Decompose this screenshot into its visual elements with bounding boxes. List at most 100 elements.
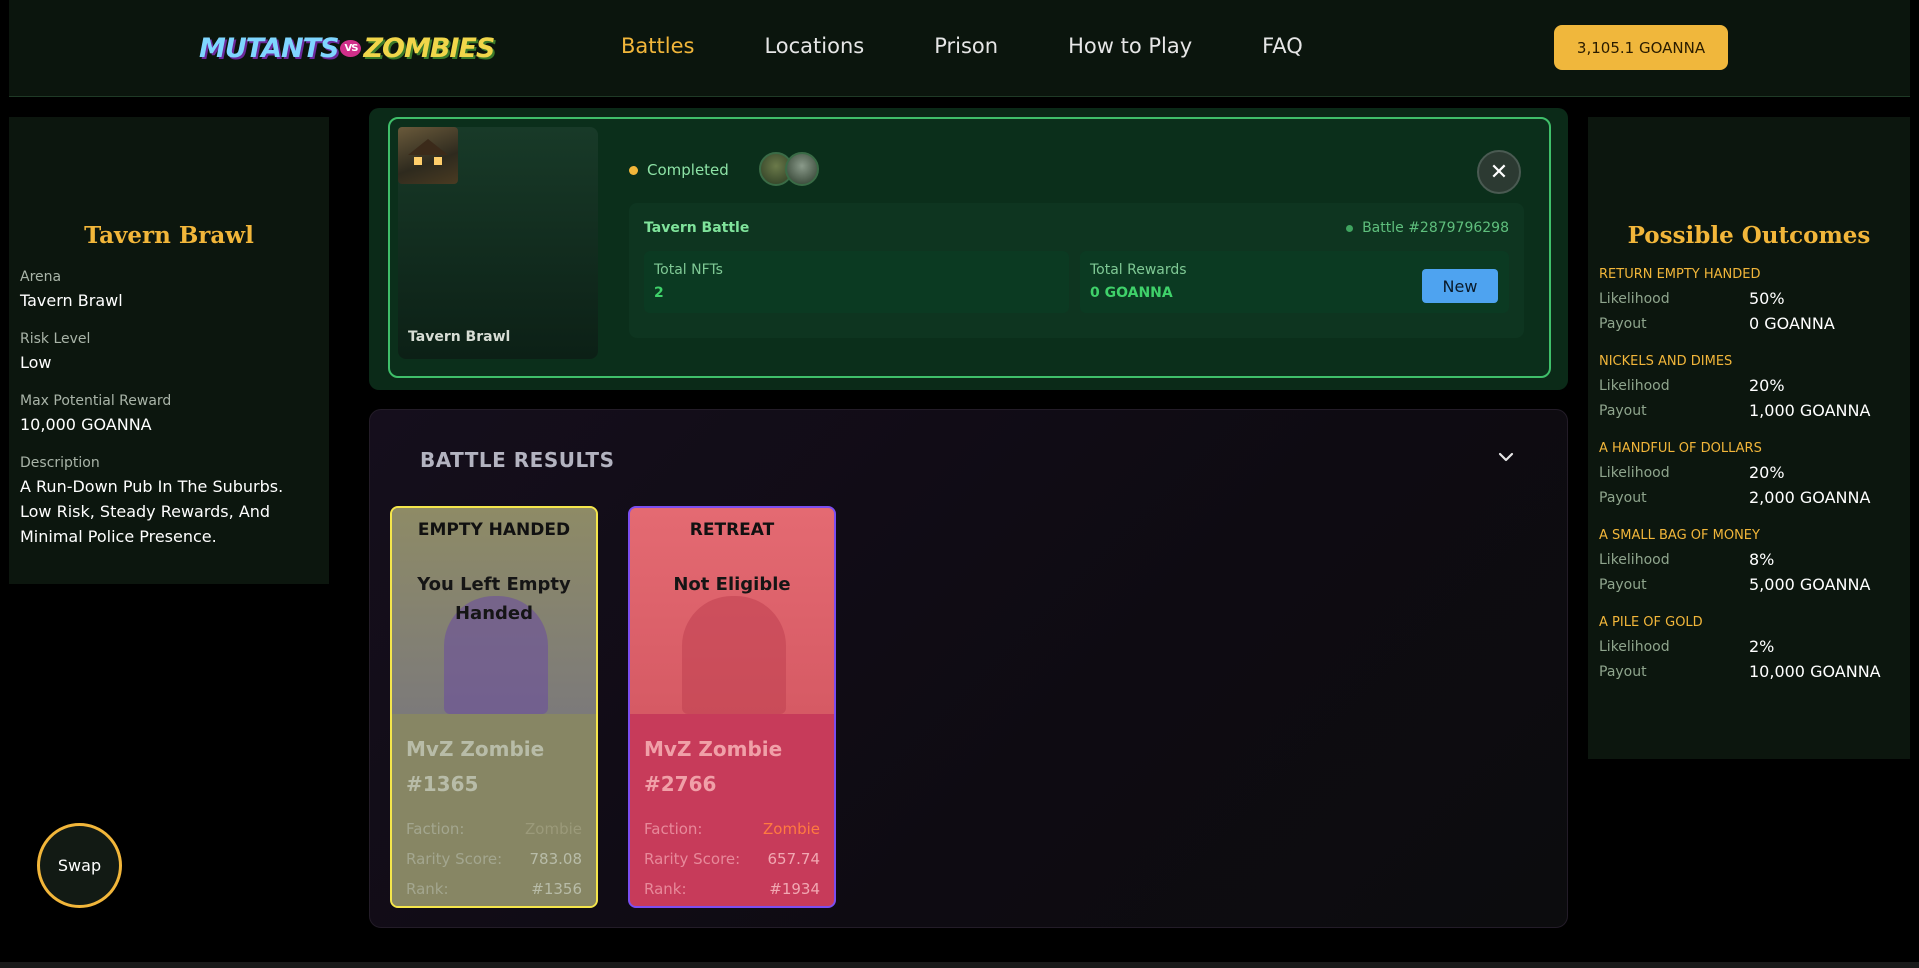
status-text: Completed: [647, 161, 729, 179]
payout-label: Payout: [1599, 402, 1647, 419]
logo[interactable]: MUTANTS VS ZOMBIES: [199, 28, 495, 68]
arena-field: Arena Tavern Brawl: [20, 269, 318, 313]
risk-label: Risk Level: [20, 331, 91, 347]
outcome-name: RETURN EMPTY HANDED: [1599, 267, 1761, 282]
arena-thumb-name: Tavern Brawl: [408, 329, 511, 345]
tavern-image: [398, 127, 458, 184]
reward-label: Max Potential Reward: [20, 393, 172, 409]
arena-details-panel: Tavern Brawl Arena Tavern Brawl Risk Lev…: [9, 117, 329, 584]
chevron-down-icon[interactable]: [1494, 445, 1518, 469]
battle-results-section: BATTLE RESULTS EMPTY HANDED You Left Emp…: [369, 409, 1568, 928]
nft-result-card[interactable]: RETREAT Not Eligible MvZ Zombie #2766 Fa…: [628, 506, 836, 908]
likelihood-label: Likelihood: [1599, 551, 1670, 568]
outcome-item: A HANDFUL OF DOLLARS Likelihood 20% Payou…: [1599, 441, 1899, 510]
battle-id: Battle #2879796298: [1346, 220, 1509, 236]
payout-value: 1,000 GOANNA: [1749, 401, 1871, 420]
likelihood-label: Likelihood: [1599, 464, 1670, 481]
payout-value: 0 GOANNA: [1749, 314, 1835, 333]
outcome-name: NICKELS AND DIMES: [1599, 354, 1733, 369]
page: MUTANTS VS ZOMBIES Battles Locations Pri…: [0, 0, 1919, 968]
arena-title: Tavern Brawl: [84, 222, 254, 249]
battle-status: Completed: [629, 161, 729, 179]
rarity-value: 657.74: [767, 850, 821, 868]
possible-outcomes-panel: Possible Outcomes RETURN EMPTY HANDED Li…: [1588, 117, 1910, 759]
rank-label: Rank:: [644, 880, 687, 898]
nft-result-status: EMPTY HANDED: [417, 520, 571, 540]
risk-value: Low: [20, 353, 52, 372]
faction-label: Faction:: [644, 820, 703, 838]
outcome-name: A SMALL BAG OF MONEY: [1599, 528, 1760, 543]
description-label: Description: [20, 455, 100, 471]
nft-result-card[interactable]: EMPTY HANDED You Left Empty Handed MvZ Z…: [390, 506, 598, 908]
reward-value: 10,000 GOANNA: [20, 415, 152, 434]
logo-part-1: MUTANTS: [199, 32, 339, 64]
nft-details: MvZ Zombie #2766 Faction: Zombie Rarity …: [630, 714, 834, 906]
payout-label: Payout: [1599, 489, 1647, 506]
faction-label: Faction:: [406, 820, 465, 838]
battle-name: Tavern Battle: [644, 220, 750, 236]
battle-card: Tavern Brawl Completed ✕ Tavern Battle B…: [388, 117, 1551, 378]
bottom-divider: [0, 962, 1919, 968]
likelihood-label: Likelihood: [1599, 290, 1670, 307]
nav-how-to-play[interactable]: How to Play: [1068, 34, 1192, 58]
nft-rarity-row: Rarity Score: 783.08: [406, 844, 582, 874]
total-nfts-value: 2: [654, 285, 664, 301]
nav-prison[interactable]: Prison: [934, 34, 998, 58]
payout-label: Payout: [1599, 663, 1647, 680]
logo-part-2: VS: [340, 39, 362, 57]
battle-info: Tavern Battle Battle #2879796298 Total N…: [629, 203, 1524, 338]
outcome-name: A PILE OF GOLD: [1599, 615, 1703, 630]
participant-avatars: [759, 152, 819, 186]
new-button[interactable]: New: [1422, 269, 1498, 303]
payout-label: Payout: [1599, 576, 1647, 593]
nft-faction-row: Faction: Zombie: [644, 814, 820, 844]
outcome-item: RETURN EMPTY HANDED Likelihood 50% Payout…: [1599, 267, 1899, 336]
payout-value: 5,000 GOANNA: [1749, 575, 1871, 594]
outcomes-title: Possible Outcomes: [1627, 222, 1871, 249]
close-button[interactable]: ✕: [1477, 150, 1521, 194]
nft-rank-row: Rank: #1356: [406, 874, 582, 904]
arena-thumbnail: Tavern Brawl: [398, 127, 598, 359]
status-dot-icon: [629, 165, 638, 175]
nft-result-message: Not Eligible: [673, 574, 791, 595]
rarity-value: 783.08: [529, 850, 583, 868]
payout-value: 10,000 GOANNA: [1749, 662, 1881, 681]
rank-value: #1356: [531, 880, 582, 898]
nft-rank-row: Rank: #1934: [644, 874, 820, 904]
likelihood-value: 8%: [1749, 550, 1775, 569]
nft-faction-row: Faction: Zombie: [406, 814, 582, 844]
likelihood-label: Likelihood: [1599, 638, 1670, 655]
nav-battles[interactable]: Battles: [621, 34, 694, 58]
rarity-label: Rarity Score:: [644, 850, 741, 868]
top-header: MUTANTS VS ZOMBIES Battles Locations Pri…: [9, 0, 1910, 97]
swap-button[interactable]: Swap: [37, 823, 122, 908]
nav-locations[interactable]: Locations: [764, 34, 864, 58]
nft-details: MvZ Zombie #1365 Faction: Zombie Rarity …: [392, 714, 596, 906]
rank-value: #1934: [769, 880, 820, 898]
nft-rarity-row: Rarity Score: 657.74: [644, 844, 820, 874]
nav-faq[interactable]: FAQ: [1262, 34, 1303, 58]
likelihood-value: 2%: [1749, 637, 1775, 656]
total-nfts-box: Total NFTs 2: [644, 251, 1069, 313]
balance-button[interactable]: 3,105.1 GOANNA: [1554, 25, 1728, 70]
close-icon: ✕: [1489, 159, 1509, 185]
battle-id-text: Battle #2879796298: [1362, 220, 1509, 236]
outcome-name: A HANDFUL OF DOLLARS: [1599, 441, 1762, 456]
arena-value: Tavern Brawl: [20, 291, 123, 310]
likelihood-value: 20%: [1749, 463, 1785, 482]
nft-result-status: RETREAT: [689, 520, 775, 540]
battle-id-dot-icon: [1346, 224, 1354, 232]
risk-field: Risk Level Low: [20, 331, 318, 375]
likelihood-value: 20%: [1749, 376, 1785, 395]
outcome-item: NICKELS AND DIMES Likelihood 20% Payout 1,…: [1599, 354, 1899, 423]
description-field: Description A Run-Down Pub In The Suburb…: [20, 455, 318, 549]
outcome-item: A PILE OF GOLD Likelihood 2% Payout 10,000…: [1599, 615, 1899, 684]
nft-result-message: You Left Empty Handed: [417, 574, 571, 624]
battle-results-title: BATTLE RESULTS: [420, 448, 615, 472]
outcome-item: A SMALL BAG OF MONEY Likelihood 8% Payout…: [1599, 528, 1899, 597]
battle-section: Tavern Brawl Completed ✕ Tavern Battle B…: [369, 108, 1568, 390]
nft-name: MvZ Zombie #2766: [644, 737, 783, 796]
total-nfts-label: Total NFTs: [654, 262, 723, 278]
faction-value: Zombie: [763, 820, 820, 838]
logo-part-3: ZOMBIES: [363, 32, 495, 64]
